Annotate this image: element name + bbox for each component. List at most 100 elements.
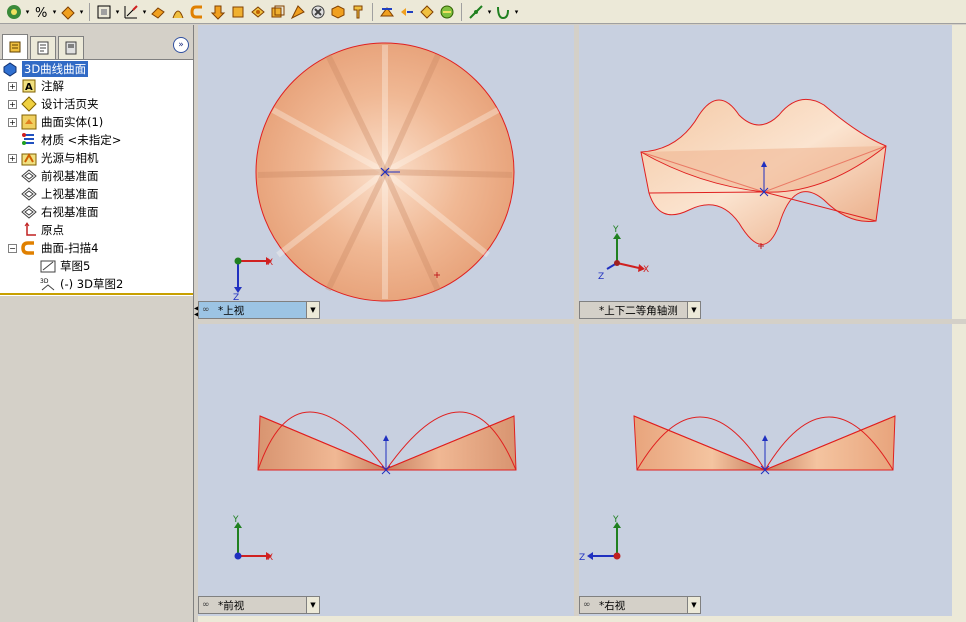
triad: Y X bbox=[232, 515, 273, 563]
tree-child-3d-sketch[interactable]: 3D (-) 3D草图2 bbox=[40, 275, 123, 293]
tree-item-front-plane[interactable]: 前视基准面 bbox=[21, 167, 99, 185]
tree-item-label: 曲面-扫描4 bbox=[41, 241, 99, 255]
reference-geometry-icon[interactable] bbox=[467, 3, 485, 21]
delete-face-icon[interactable] bbox=[309, 3, 327, 21]
collapse-panel-button[interactable]: » bbox=[173, 37, 189, 53]
link-views-icon: ∞ bbox=[202, 305, 210, 315]
tree-item-surface-sweep[interactable]: − 曲面-扫描4 bbox=[8, 239, 98, 257]
expander[interactable]: + bbox=[8, 117, 17, 127]
tree-item-lights-cameras[interactable]: + 光源与相机 bbox=[8, 149, 99, 167]
extrude-surface-icon[interactable] bbox=[149, 3, 167, 21]
tree-item-annotations[interactable]: + A 注解 bbox=[8, 77, 64, 95]
view-orientation-dropdown[interactable]: ▾ bbox=[24, 3, 31, 21]
axis-label-z: Z bbox=[598, 272, 604, 282]
sketch-icon bbox=[40, 258, 56, 274]
plane-icon bbox=[21, 204, 37, 220]
expander[interactable]: − bbox=[8, 243, 17, 253]
configuration-manager-icon bbox=[65, 41, 77, 55]
vertical-scrollbar[interactable] bbox=[952, 25, 966, 319]
chevron-down-icon[interactable]: ▼ bbox=[687, 302, 700, 318]
sweep-surface-icon[interactable] bbox=[189, 3, 207, 21]
display-style-icon[interactable] bbox=[59, 3, 77, 21]
svg-text:A: A bbox=[25, 82, 33, 93]
loft-surface-icon[interactable] bbox=[209, 3, 227, 21]
tree-item-label: 前视基准面 bbox=[41, 169, 99, 183]
select-filter-dropdown[interactable]: ▾ bbox=[114, 3, 121, 21]
feature-tree: 3D曲线曲面 + A 注解 + 设计活页夹 + 曲面实体(1) 材质 <未指定>… bbox=[0, 59, 193, 296]
tree-item-origin[interactable]: 原点 bbox=[21, 221, 64, 239]
sketch-dropdown[interactable]: ▾ bbox=[141, 3, 148, 21]
rollback-bar[interactable] bbox=[0, 293, 193, 295]
expander[interactable]: + bbox=[8, 153, 17, 163]
view-name-dropdown-isometric[interactable]: *上下二等角轴测 ▼ bbox=[579, 301, 701, 319]
tree-item-label: 光源与相机 bbox=[41, 151, 99, 165]
axis-label-x: X bbox=[643, 265, 649, 275]
tree-item-label: 上视基准面 bbox=[41, 187, 99, 201]
view-name-dropdown-right[interactable]: ∞ *右视 ▼ bbox=[579, 596, 701, 614]
knit-surface-icon[interactable] bbox=[329, 3, 347, 21]
tree-item-material[interactable]: 材质 <未指定> bbox=[21, 131, 121, 149]
chevron-down-icon[interactable]: ▼ bbox=[306, 597, 319, 613]
tree-item-top-plane[interactable]: 上视基准面 bbox=[21, 185, 99, 203]
boundary-surface-icon[interactable] bbox=[229, 3, 247, 21]
ruled-surface-icon[interactable] bbox=[438, 3, 456, 21]
trim-surface-icon[interactable] bbox=[378, 3, 396, 21]
vertical-scrollbar[interactable] bbox=[952, 324, 966, 622]
right-view-graphic: Y Z bbox=[579, 415, 896, 563]
tree-item-label: 草图5 bbox=[60, 259, 91, 273]
link-views-icon: ∞ bbox=[202, 600, 210, 610]
viewport-isometric[interactable]: Y X Z *上下二等角轴测 ▼ bbox=[579, 25, 952, 319]
viewport-front[interactable]: Y X ∞ *前视 ▼ bbox=[198, 324, 574, 616]
percent-icon[interactable]: % bbox=[32, 3, 50, 21]
view-name-dropdown-front[interactable]: ∞ *前视 ▼ bbox=[198, 596, 320, 614]
tree-root[interactable]: 3D曲线曲面 bbox=[2, 60, 89, 78]
lights-icon bbox=[21, 150, 37, 166]
curves-dropdown[interactable]: ▾ bbox=[513, 3, 520, 21]
extend-surface-icon[interactable] bbox=[398, 3, 416, 21]
viewport-right[interactable]: Y Z ∞ *右视 ▼ bbox=[579, 324, 952, 616]
link-views-icon: ∞ bbox=[583, 600, 591, 610]
view-orientation-icon[interactable] bbox=[5, 3, 23, 21]
offset-surface-icon[interactable] bbox=[249, 3, 267, 21]
expander[interactable]: + bbox=[8, 99, 17, 109]
horizontal-scrollbar[interactable] bbox=[198, 616, 952, 622]
thicken-icon[interactable] bbox=[349, 3, 367, 21]
axis-label-z: Z bbox=[579, 553, 585, 563]
toolbar-separator bbox=[89, 2, 90, 21]
tab-configuration-manager[interactable] bbox=[58, 36, 84, 59]
expander[interactable]: + bbox=[8, 81, 17, 91]
planar-surface-icon[interactable] bbox=[269, 3, 287, 21]
panel-tabs bbox=[0, 25, 193, 59]
view-name-dropdown-top[interactable]: ∞ *上视 ▼ bbox=[198, 301, 320, 319]
triad: Y Z bbox=[579, 515, 621, 563]
reference-geometry-dropdown[interactable]: ▾ bbox=[486, 3, 493, 21]
fill-surface-icon[interactable] bbox=[289, 3, 307, 21]
triad: X Z bbox=[233, 257, 273, 303]
chevron-down-icon[interactable]: ▼ bbox=[687, 597, 700, 613]
tab-property-manager[interactable] bbox=[30, 36, 56, 59]
annotation-icon: A bbox=[21, 78, 37, 94]
tree-child-sketch[interactable]: 草图5 bbox=[40, 257, 90, 275]
viewport-top[interactable]: X Z ∞ *上视 ▼ bbox=[198, 25, 574, 319]
view-name-label: *上视 bbox=[218, 304, 245, 317]
tree-item-design-binder[interactable]: + 设计活页夹 bbox=[8, 95, 99, 113]
display-style-dropdown[interactable]: ▾ bbox=[78, 3, 85, 21]
tab-feature-tree[interactable] bbox=[2, 34, 28, 59]
revolve-surface-icon[interactable] bbox=[169, 3, 187, 21]
tree-root-label: 3D曲线曲面 bbox=[22, 61, 89, 77]
chevron-down-icon[interactable]: ▼ bbox=[306, 302, 319, 318]
plane-icon bbox=[21, 168, 37, 184]
curves-icon[interactable] bbox=[494, 3, 512, 21]
select-filter-icon[interactable] bbox=[95, 3, 113, 21]
toolbar-separator bbox=[372, 2, 373, 21]
untrim-surface-icon[interactable] bbox=[418, 3, 436, 21]
axis-label-x: X bbox=[267, 258, 273, 268]
triad: Y X Z bbox=[598, 225, 649, 282]
tree-item-label: 原点 bbox=[41, 223, 64, 237]
tree-item-right-plane[interactable]: 右视基准面 bbox=[21, 203, 99, 221]
tree-item-label: (-) 3D草图2 bbox=[60, 277, 124, 291]
tree-item-surface-bodies[interactable]: + 曲面实体(1) bbox=[8, 113, 103, 131]
sketch-icon[interactable] bbox=[122, 3, 140, 21]
percent-dropdown[interactable]: ▾ bbox=[51, 3, 58, 21]
surface-bodies-icon bbox=[21, 114, 37, 130]
